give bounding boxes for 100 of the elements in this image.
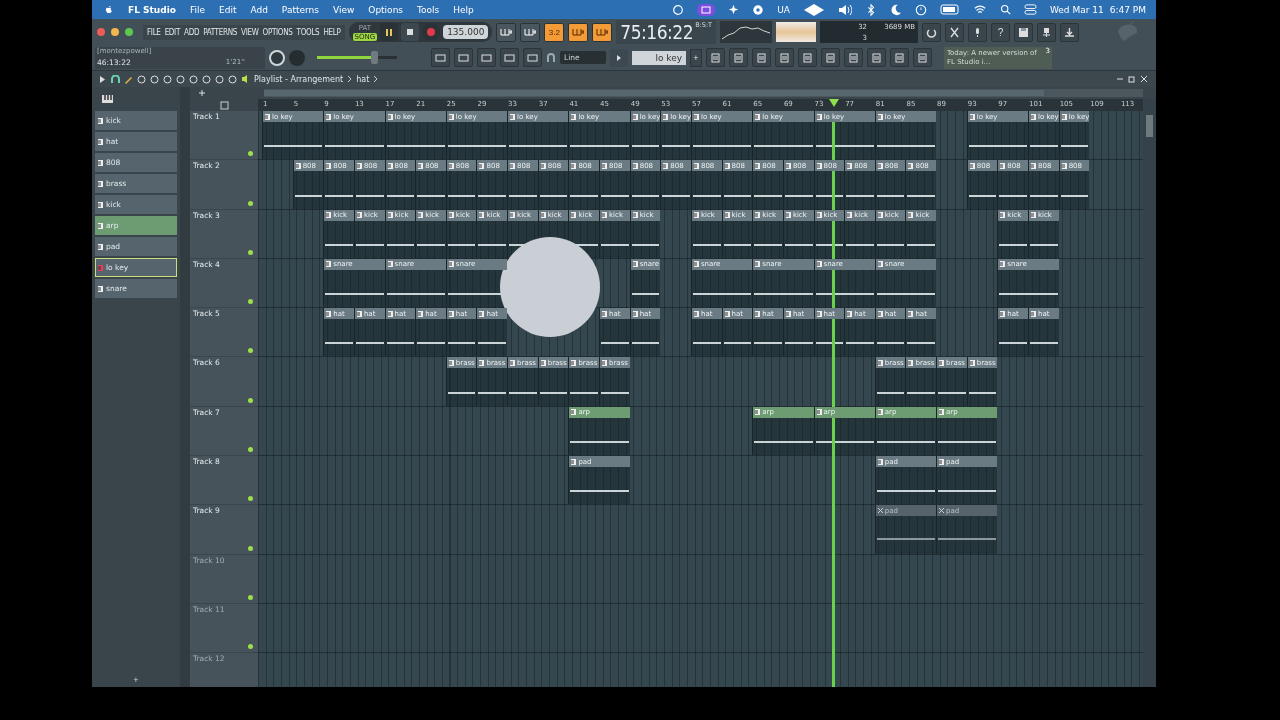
pattern-icon [602,310,608,317]
volume-icon[interactable] [837,2,852,17]
track-led[interactable] [248,151,253,157]
menu-item[interactable]: TOOLS [296,27,320,37]
stop-button[interactable] [401,23,420,41]
undo-button[interactable] [922,22,942,42]
master-pitch-knob[interactable] [269,49,285,66]
minimize-button[interactable] [111,28,119,36]
menu-item[interactable]: EDIT [164,27,181,37]
clock-icon[interactable] [914,3,927,16]
menu-item[interactable]: Patterns [281,4,319,15]
track-led[interactable] [248,299,253,305]
pattern-icon [939,458,945,465]
pattern-icon [571,360,577,366]
menu-item[interactable]: FILE [147,27,161,37]
pattern-icon [571,212,577,219]
horizontal-scrollbar[interactable] [264,89,1143,97]
save-button[interactable] [1014,22,1034,42]
toolbar-toggle[interactable] [592,22,613,42]
peak-meter [776,22,817,42]
diamond-icon[interactable] [802,2,825,17]
toolbar-toggle[interactable]: 3.2 [544,22,565,42]
globe-icon[interactable] [672,3,685,16]
pattern-icon [448,113,454,120]
pattern-icon [755,409,761,416]
menu-item[interactable]: ADD [184,27,200,37]
pause-button[interactable] [380,23,399,41]
toolbar-toggle[interactable] [496,22,517,42]
pattern-icon [1031,212,1036,219]
pattern-icon [98,180,103,187]
screen-share-icon[interactable] [697,2,716,17]
menubar-time[interactable]: 6:47 PM [1109,4,1146,15]
menu-item[interactable]: Help [453,4,474,15]
moon-icon[interactable] [889,3,902,16]
pattern-icon [1031,113,1036,120]
menu-item[interactable]: Tools [417,4,440,15]
vertical-scrollbar[interactable] [1143,111,1156,687]
arrow-icon[interactable] [98,74,107,84]
menu-item[interactable]: PATTERNS [203,27,238,37]
toolbar-toggle[interactable] [568,22,589,42]
menu-item[interactable]: HELP [323,27,341,37]
volume-thumb[interactable] [370,51,378,64]
toolbar-toggle[interactable] [520,22,541,42]
piano-icon[interactable] [102,94,113,104]
pattern-icon [602,212,608,219]
menu-item[interactable]: Edit [219,4,237,15]
track-led[interactable] [248,249,253,255]
close-icon[interactable] [1140,75,1148,83]
add-button[interactable]: + [133,675,139,687]
pattern-icon [816,261,822,268]
menu-item[interactable]: OPTIONS [262,27,293,37]
pattern-icon [418,310,424,317]
wifi-icon[interactable] [972,3,987,16]
sparkle-icon[interactable] [728,4,740,15]
status-text[interactable]: UA [777,4,790,15]
pattern-icon [1031,310,1036,317]
menu-item[interactable]: VIEW [241,27,259,37]
tempo-field[interactable]: 135.000 [443,25,489,39]
pattern-icon [1000,261,1006,268]
aperture-icon[interactable] [752,3,765,16]
help-button[interactable]: ? [991,22,1011,42]
magnet-icon[interactable] [111,74,120,84]
master-volume-slider[interactable] [317,51,397,64]
menubar-date[interactable]: Wed Mar 11 [1049,4,1104,15]
time-icon[interactable] [219,100,229,110]
pattern-icon [602,360,608,366]
menu-item[interactable]: Add [250,4,268,15]
pattern-arrow-button[interactable] [610,48,628,67]
track-led[interactable] [248,200,253,206]
control-center-icon[interactable] [1023,3,1037,16]
magnet-icon[interactable] [546,51,556,64]
download-button[interactable] [1060,22,1080,42]
zoom-button[interactable] [125,28,133,36]
app-menu[interactable]: FL Studio [128,4,176,15]
playlist-speaker-icon[interactable] [241,74,250,84]
pattern-selector[interactable]: lo key [632,50,686,65]
track-led[interactable] [248,594,253,600]
track-led[interactable] [248,447,253,453]
menu-item[interactable]: Options [368,4,404,15]
pattern-icon [877,162,883,169]
search-icon[interactable] [999,4,1011,15]
restore-icon[interactable] [1128,75,1136,83]
cut-button[interactable] [945,22,965,42]
menu-item[interactable]: File [189,4,205,15]
minimize-icon[interactable] [1116,75,1124,83]
add-pattern-button[interactable]: + [690,48,702,67]
apple-icon[interactable] [104,4,114,15]
track-led[interactable] [248,545,253,551]
track-led[interactable] [248,348,253,354]
track-led[interactable] [248,496,253,502]
pattern-icon [510,162,516,169]
battery-icon[interactable] [939,3,960,16]
menu-item[interactable]: View [332,4,355,15]
pattern-icon [724,162,730,169]
track-led[interactable] [248,397,253,403]
track-led[interactable] [248,644,253,650]
playlist-grid[interactable] [258,111,1143,687]
close-button[interactable] [97,28,105,36]
pattern-icon [479,212,485,219]
breadcrumb-item[interactable]: hat [356,74,370,84]
